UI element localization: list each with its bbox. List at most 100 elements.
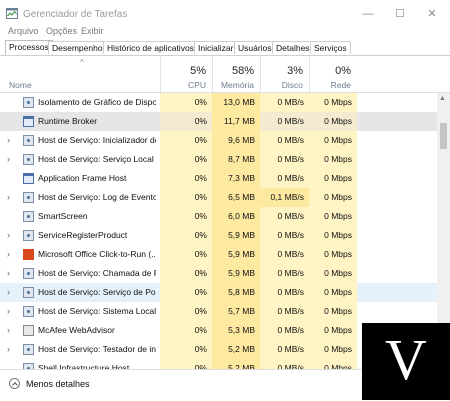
- mcafee-icon: [23, 325, 34, 336]
- expand-chevron-icon[interactable]: ›: [7, 344, 10, 354]
- cpu-cell: 0%: [160, 188, 212, 207]
- menu-opcoes[interactable]: Opções: [46, 26, 77, 36]
- scroll-up-icon[interactable]: ▲: [439, 95, 446, 102]
- network-value: 0 Mbps: [324, 268, 352, 278]
- tab-processos[interactable]: Processos: [5, 40, 53, 55]
- expand-chevron-icon[interactable]: ›: [7, 268, 10, 278]
- memory-value: 5,9 MB: [228, 249, 255, 259]
- disk-value: 0 MB/s: [277, 230, 304, 240]
- tab-detalhes[interactable]: Detalhes: [272, 41, 314, 54]
- disk-cell: 0 MB/s: [260, 93, 309, 112]
- tab-servicos[interactable]: Serviços: [310, 41, 351, 54]
- network-value: 0 Mbps: [324, 97, 352, 107]
- disk-cell: 0 MB/s: [260, 169, 309, 188]
- process-row[interactable]: › Host de Serviço: Log de Eventos... 0% 6,5…: [0, 188, 437, 207]
- disk-cell: 0 MB/s: [260, 207, 309, 226]
- cpu-label: CPU: [188, 80, 206, 90]
- column-name[interactable]: ^ Nome: [0, 56, 160, 92]
- process-row[interactable]: › Host de Serviço: Sistema Local 0% 5,7 MB 0…: [0, 302, 437, 321]
- network-value: 0 Mbps: [324, 211, 352, 221]
- disk-cell: 0 MB/s: [260, 302, 309, 321]
- process-row[interactable]: › Host de Serviço: Inicializador de... 0% 9…: [0, 131, 437, 150]
- column-cpu[interactable]: 5% CPU: [160, 56, 212, 92]
- network-value: 0 Mbps: [324, 154, 352, 164]
- scrollbar-thumb[interactable]: [440, 123, 447, 149]
- process-row[interactable]: › Microsoft Office Click-to-Run (... 0% 5,9…: [0, 245, 437, 264]
- disk-cell: 0 MB/s: [260, 112, 309, 131]
- process-row[interactable]: Runtime Broker 0% 11,7 MB 0 MB/s 0 Mbps: [0, 112, 437, 131]
- disk-value: 0 MB/s: [277, 249, 304, 259]
- cpu-total: 5%: [190, 65, 206, 77]
- expand-chevron-icon[interactable]: ›: [7, 192, 10, 202]
- tab-desempenho[interactable]: Desempenho: [48, 41, 107, 54]
- disk-cell: 0 MB/s: [260, 131, 309, 150]
- memory-cell: 6,0 MB: [212, 207, 260, 226]
- network-value: 0 Mbps: [324, 230, 352, 240]
- menu-arquivo[interactable]: Arquivo: [8, 26, 39, 36]
- service-icon: [23, 344, 34, 355]
- process-name: Host de Serviço: Serviço de Polí...: [38, 287, 156, 297]
- memory-value: 9,6 MB: [228, 135, 255, 145]
- process-row[interactable]: › Host de Serviço: Serviço Local (... 0% 8,…: [0, 150, 437, 169]
- expand-chevron-icon[interactable]: ›: [7, 230, 10, 240]
- cpu-cell: 0%: [160, 112, 212, 131]
- expand-chevron-icon[interactable]: ›: [7, 287, 10, 297]
- network-cell: 0 Mbps: [309, 359, 357, 369]
- memory-value: 5,9 MB: [228, 230, 255, 240]
- cpu-cell: 0%: [160, 283, 212, 302]
- fewer-details-link[interactable]: Menos detalhes: [26, 379, 90, 389]
- disk-cell: 0 MB/s: [260, 245, 309, 264]
- service-icon: [23, 287, 34, 298]
- column-network[interactable]: 0% Rede: [309, 56, 357, 92]
- network-cell: 0 Mbps: [309, 340, 357, 359]
- disk-cell: 0 MB/s: [260, 226, 309, 245]
- memory-cell: 7,3 MB: [212, 169, 260, 188]
- tab-historico[interactable]: Histórico de aplicativos: [103, 41, 198, 54]
- maximize-button[interactable]: ☐: [384, 0, 416, 28]
- expand-chevron-icon[interactable]: ›: [7, 154, 10, 164]
- network-total: 0%: [335, 65, 351, 77]
- process-name: Isolamento de Gráfico de Dispo...: [38, 97, 156, 107]
- chevron-up-circle-icon[interactable]: [9, 378, 20, 389]
- process-row[interactable]: Isolamento de Gráfico de Dispo... 0% 13,0 …: [0, 93, 437, 112]
- network-cell: 0 Mbps: [309, 302, 357, 321]
- process-row[interactable]: › ServiceRegisterProduct 0% 5,9 MB 0 MB/s 0 M…: [0, 226, 437, 245]
- expand-chevron-icon[interactable]: ›: [7, 306, 10, 316]
- disk-value: 0 MB/s: [277, 287, 304, 297]
- network-cell: 0 Mbps: [309, 207, 357, 226]
- memory-label: Memória: [220, 80, 254, 90]
- tab-inicializar[interactable]: Inicializar: [194, 41, 238, 54]
- cpu-value: 0%: [194, 116, 207, 126]
- process-name: Host de Serviço: Serviço Local (...: [38, 154, 156, 164]
- process-name: Host de Serviço: Log de Eventos...: [38, 192, 156, 202]
- column-memory[interactable]: 58% Memória: [212, 56, 260, 92]
- cpu-cell: 0%: [160, 169, 212, 188]
- minimize-button[interactable]: —: [352, 0, 384, 28]
- memory-value: 5,3 MB: [228, 325, 255, 335]
- expand-chevron-icon[interactable]: ›: [7, 249, 10, 259]
- column-disk[interactable]: 3% Disco: [260, 56, 309, 92]
- process-row[interactable]: › Host de Serviço: Serviço de Polí... 0% 5,…: [0, 283, 437, 302]
- network-cell: 0 Mbps: [309, 93, 357, 112]
- network-cell: 0 Mbps: [309, 283, 357, 302]
- process-name: Runtime Broker: [38, 116, 98, 126]
- menu-exibir[interactable]: Exibir: [81, 26, 104, 36]
- memory-cell: 5,8 MB: [212, 283, 260, 302]
- tab-bar: Processos Desempenho Histórico de aplica…: [0, 40, 450, 56]
- memory-value: 6,0 MB: [228, 211, 255, 221]
- service-icon: [23, 230, 34, 241]
- memory-value: 11,7 MB: [223, 116, 255, 126]
- network-cell: 0 Mbps: [309, 188, 357, 207]
- process-row[interactable]: › Host de Serviço: Chamada de P... 0% 5,9 M…: [0, 264, 437, 283]
- close-button[interactable]: ✕: [416, 0, 448, 28]
- process-row[interactable]: SmartScreen 0% 6,0 MB 0 MB/s 0 Mbps: [0, 207, 437, 226]
- expand-chevron-icon[interactable]: ›: [7, 325, 10, 335]
- tab-usuarios[interactable]: Usuários: [234, 41, 276, 54]
- memory-value: 5,2 MB: [228, 344, 255, 354]
- memory-cell: 5,2 MB: [212, 340, 260, 359]
- process-row[interactable]: Application Frame Host 0% 7,3 MB 0 MB/s 0 Mb…: [0, 169, 437, 188]
- cpu-value: 0%: [194, 287, 207, 297]
- cpu-value: 0%: [194, 230, 207, 240]
- cpu-cell: 0%: [160, 264, 212, 283]
- expand-chevron-icon[interactable]: ›: [7, 135, 10, 145]
